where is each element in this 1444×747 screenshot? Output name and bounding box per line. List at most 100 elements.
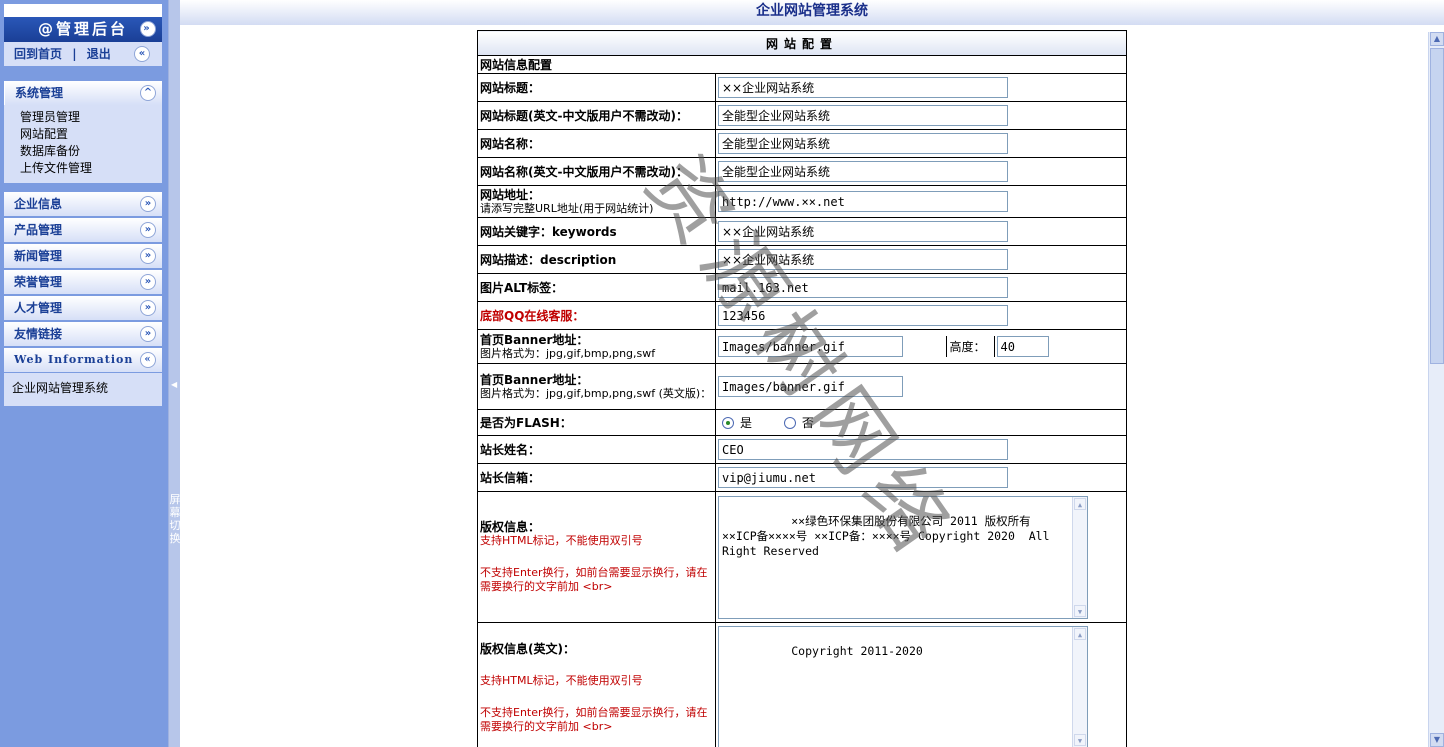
copyright-textarea-text: ××绿色环保集团股份有限公司 2011 版权所有 ××ICP备××××号 ××I… bbox=[722, 513, 1057, 558]
site-title-label: 网站标题： bbox=[477, 73, 716, 102]
chevron-down-icon[interactable]: » bbox=[140, 222, 156, 238]
menu-products[interactable]: 产品管理 » bbox=[4, 218, 162, 242]
link-separator: | bbox=[72, 47, 77, 61]
site-config-table: 网站配置 网站信息配置 网站标题： 网站标题(英文-中文版用户不需改动)： 网站… bbox=[477, 30, 1127, 747]
keywords-input[interactable] bbox=[718, 221, 1008, 242]
copyright-label: 版权信息： bbox=[480, 520, 541, 534]
site-name-input[interactable] bbox=[718, 133, 1008, 154]
site-title-en-input[interactable] bbox=[718, 105, 1008, 126]
height-label: 高度： bbox=[945, 336, 995, 357]
scroll-down-icon[interactable]: ▼ bbox=[1074, 734, 1086, 746]
banner-cell: 高度： bbox=[715, 329, 1127, 364]
banner-en-note: 图片格式为：jpg,gif,bmp,png,swf (英文版)： bbox=[480, 386, 712, 400]
menu-label: 产品管理 bbox=[14, 223, 63, 237]
description-input[interactable] bbox=[718, 249, 1008, 270]
menu-label: 企业信息 bbox=[14, 197, 63, 211]
copyright-en-note-html: 支持HTML标记，不能使用双引号 bbox=[480, 673, 643, 687]
site-url-label: 网站地址： bbox=[480, 187, 541, 202]
banner-en-label-cell: 首页Banner地址： 图片格式为：jpg,gif,bmp,png,swf (英… bbox=[477, 363, 716, 410]
height-input[interactable] bbox=[996, 336, 1049, 357]
menu-label: 新闻管理 bbox=[14, 249, 63, 263]
copyright-textarea-scrollbar[interactable]: ▲ ▼ bbox=[1072, 496, 1087, 618]
home-link[interactable]: 回到首页 bbox=[14, 47, 62, 61]
collapse-all-icon[interactable]: » bbox=[140, 21, 156, 37]
main-content: 网站配置 网站信息配置 网站标题： 网站标题(英文-中文版用户不需改动)： 网站… bbox=[180, 25, 1428, 747]
chevron-down-icon[interactable]: » bbox=[140, 300, 156, 316]
menu-web-info[interactable]: Web Information « bbox=[4, 348, 162, 372]
menu-item-db-backup[interactable]: 数据库备份 bbox=[20, 143, 162, 160]
system-menu-title: 系统管理 bbox=[15, 86, 64, 100]
site-name-label: 网站名称： bbox=[477, 129, 716, 158]
copyright-en-label-cell: 版权信息(英文)： 支持HTML标记，不能使用双引号 不支持Enter换行，如前… bbox=[477, 622, 716, 747]
menu-label: 荣誉管理 bbox=[14, 275, 63, 289]
menu-item-site-config[interactable]: 网站配置 bbox=[20, 126, 162, 143]
site-name-en-cell bbox=[715, 157, 1127, 186]
site-url-label-cell: 网站地址： 请添写完整URL地址(用于网站统计) bbox=[477, 185, 716, 218]
system-menu-header[interactable]: 系统管理 ^ bbox=[4, 81, 162, 105]
menu-links[interactable]: 友情链接 » bbox=[4, 322, 162, 346]
flash-yes-radio[interactable] bbox=[722, 416, 734, 429]
flash-label: 是否为FLASH： bbox=[477, 409, 716, 436]
admin-title-text: @管理后台 bbox=[37, 20, 128, 38]
menu-news[interactable]: 新闻管理 » bbox=[4, 244, 162, 268]
chevron-left-icon[interactable]: « bbox=[134, 46, 150, 62]
height-input-cell bbox=[994, 336, 1126, 357]
banner-inner-table: 高度： bbox=[716, 336, 1126, 357]
keywords-cell bbox=[715, 217, 1127, 246]
menu-talent[interactable]: 人才管理 » bbox=[4, 296, 162, 320]
copyright-en-label: 版权信息(英文)： bbox=[480, 641, 575, 656]
scroll-up-icon[interactable]: ▲ bbox=[1074, 497, 1086, 510]
site-url-input[interactable] bbox=[718, 191, 1008, 212]
alt-input[interactable] bbox=[718, 277, 1008, 298]
scroll-down-icon[interactable]: ▼ bbox=[1430, 733, 1444, 747]
banner-input[interactable] bbox=[718, 336, 903, 357]
copyright-en-textarea-scrollbar[interactable]: ▲ ▼ bbox=[1072, 627, 1087, 747]
chevron-down-icon[interactable]: » bbox=[140, 248, 156, 264]
menu-company-info[interactable]: 企业信息 » bbox=[4, 192, 162, 216]
owner-name-input[interactable] bbox=[718, 439, 1008, 460]
admin-links: 回到首页 | 退出 « bbox=[4, 42, 162, 66]
chevron-down-icon[interactable]: » bbox=[140, 326, 156, 342]
copyright-note-html: 支持HTML标记，不能使用双引号 bbox=[480, 534, 643, 547]
scroll-up-icon[interactable]: ▲ bbox=[1074, 628, 1086, 640]
admin-header-top bbox=[4, 4, 162, 17]
copyright-textarea[interactable]: ××绿色环保集团股份有限公司 2011 版权所有 ××ICP备××××号 ××I… bbox=[718, 495, 1088, 619]
owner-email-cell bbox=[715, 463, 1127, 492]
qq-input[interactable] bbox=[718, 305, 1008, 326]
chevron-down-icon[interactable]: » bbox=[140, 196, 156, 212]
menu-item-upload-files[interactable]: 上传文件管理 bbox=[20, 160, 162, 177]
screen-toggle-splitter[interactable]: ◀ 屏 幕 切 换 bbox=[168, 0, 181, 747]
site-title-en-cell bbox=[715, 101, 1127, 130]
copyright-cell: ××绿色环保集团股份有限公司 2011 版权所有 ××ICP备××××号 ××I… bbox=[715, 491, 1127, 623]
system-menu: 系统管理 ^ 管理员管理 网站配置 数据库备份 上传文件管理 bbox=[4, 81, 162, 183]
copyright-en-note-enter: 不支持Enter换行，如前台需要显示换行，请在需要换行的文字前加 <br> bbox=[480, 705, 708, 733]
chevron-down-icon[interactable]: » bbox=[140, 274, 156, 290]
triangle-left-icon[interactable]: ◀ bbox=[171, 380, 177, 389]
scroll-up-icon[interactable]: ▲ bbox=[1430, 32, 1444, 46]
copyright-en-textarea[interactable]: Copyright 2011-2020 ▲ ▼ bbox=[718, 626, 1088, 747]
logout-link[interactable]: 退出 bbox=[87, 47, 111, 61]
menu-honors[interactable]: 荣誉管理 » bbox=[4, 270, 162, 294]
alt-cell bbox=[715, 273, 1127, 302]
menu-label: 人才管理 bbox=[14, 301, 63, 315]
scrollbar-thumb[interactable] bbox=[1430, 48, 1444, 364]
menu-item-admin-manage[interactable]: 管理员管理 bbox=[20, 109, 162, 126]
config-header: 网站配置 bbox=[477, 30, 1127, 56]
description-label: 网站描述：description bbox=[477, 245, 716, 274]
admin-header: @管理后台 » 回到首页 | 退出 « bbox=[4, 4, 162, 66]
system-menu-body: 管理员管理 网站配置 数据库备份 上传文件管理 bbox=[4, 105, 162, 183]
chevron-left-icon[interactable]: « bbox=[140, 352, 156, 368]
site-title-input[interactable] bbox=[718, 77, 1008, 98]
page-scrollbar[interactable]: ▲ ▼ bbox=[1428, 32, 1444, 747]
banner-input-cell bbox=[716, 336, 946, 357]
banner-label-cell: 首页Banner地址： 图片格式为：jpg,gif,bmp,png,swf bbox=[477, 329, 716, 364]
banner-en-input[interactable] bbox=[718, 376, 903, 397]
site-title-cell bbox=[715, 73, 1127, 102]
flash-no-radio[interactable] bbox=[783, 416, 796, 429]
copyright-en-textarea-text: Copyright 2011-2020 bbox=[791, 644, 923, 658]
banner-note: 图片格式为：jpg,gif,bmp,png,swf bbox=[480, 346, 656, 360]
owner-email-input[interactable] bbox=[718, 467, 1008, 488]
site-name-en-input[interactable] bbox=[718, 161, 1008, 182]
chevron-up-icon[interactable]: ^ bbox=[140, 85, 156, 101]
scroll-down-icon[interactable]: ▼ bbox=[1074, 604, 1086, 617]
